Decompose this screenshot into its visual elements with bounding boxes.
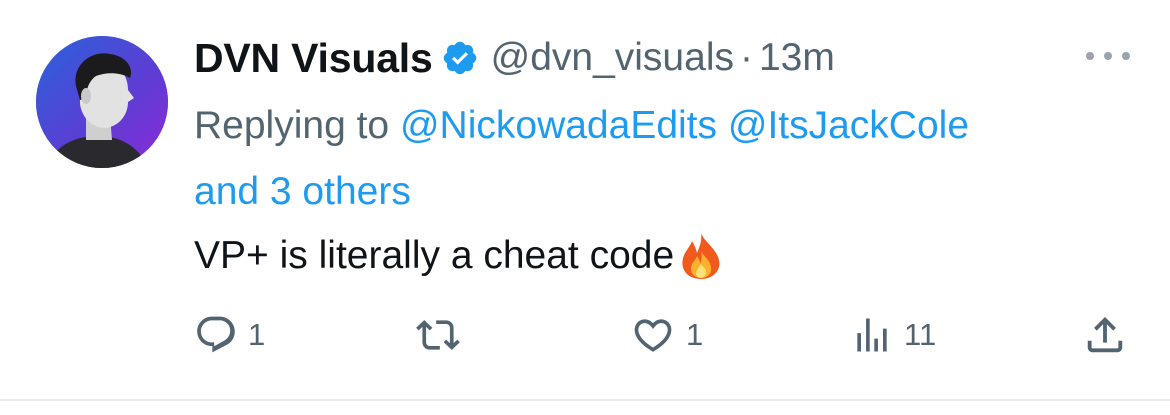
author-handle[interactable]: @dvn_visuals <box>491 36 734 80</box>
reply-icon <box>197 316 235 353</box>
reply-button[interactable]: 1 <box>194 310 265 360</box>
share-button[interactable] <box>1082 310 1128 360</box>
fire-emoji-icon <box>678 231 724 281</box>
like-count: 1 <box>686 317 704 352</box>
tweet-text-content: VP+ is literally a cheat code <box>194 234 675 277</box>
avatar[interactable] <box>36 36 168 168</box>
replying-to-label: Replying to <box>194 104 390 147</box>
tweet-text: VP+ is literally a cheat code <box>194 226 724 286</box>
others-link[interactable]: and 3 others <box>194 170 411 213</box>
divider <box>0 399 1170 401</box>
tweet-header: DVN Visuals @dvn_visuals · 13m <box>194 34 835 82</box>
like-button[interactable]: 1 <box>630 310 703 360</box>
more-options-icon[interactable] <box>1086 46 1130 66</box>
timestamp[interactable]: 13m <box>759 36 835 80</box>
author-display-name[interactable]: DVN Visuals <box>194 35 433 82</box>
views-button[interactable]: 11 <box>850 310 936 360</box>
avatar-image <box>36 36 168 168</box>
mention-link[interactable]: @ItsJackCole <box>728 104 969 147</box>
views-count: 11 <box>904 317 937 352</box>
replying-to: Replying to @NickowadaEdits @ItsJackCole… <box>194 93 1114 225</box>
retweet-icon <box>416 320 460 350</box>
mention-link[interactable]: @NickowadaEdits <box>400 104 717 147</box>
reply-count: 1 <box>248 317 266 352</box>
retweet-button[interactable] <box>412 310 474 360</box>
tweet: DVN Visuals @dvn_visuals · 13m Replying … <box>0 0 1170 401</box>
separator-dot: · <box>739 36 753 79</box>
verified-badge-icon <box>441 39 479 77</box>
views-icon <box>857 318 887 352</box>
share-icon <box>1087 316 1123 353</box>
action-bar: 1 1 11 <box>0 310 1170 360</box>
heart-icon <box>634 319 672 352</box>
